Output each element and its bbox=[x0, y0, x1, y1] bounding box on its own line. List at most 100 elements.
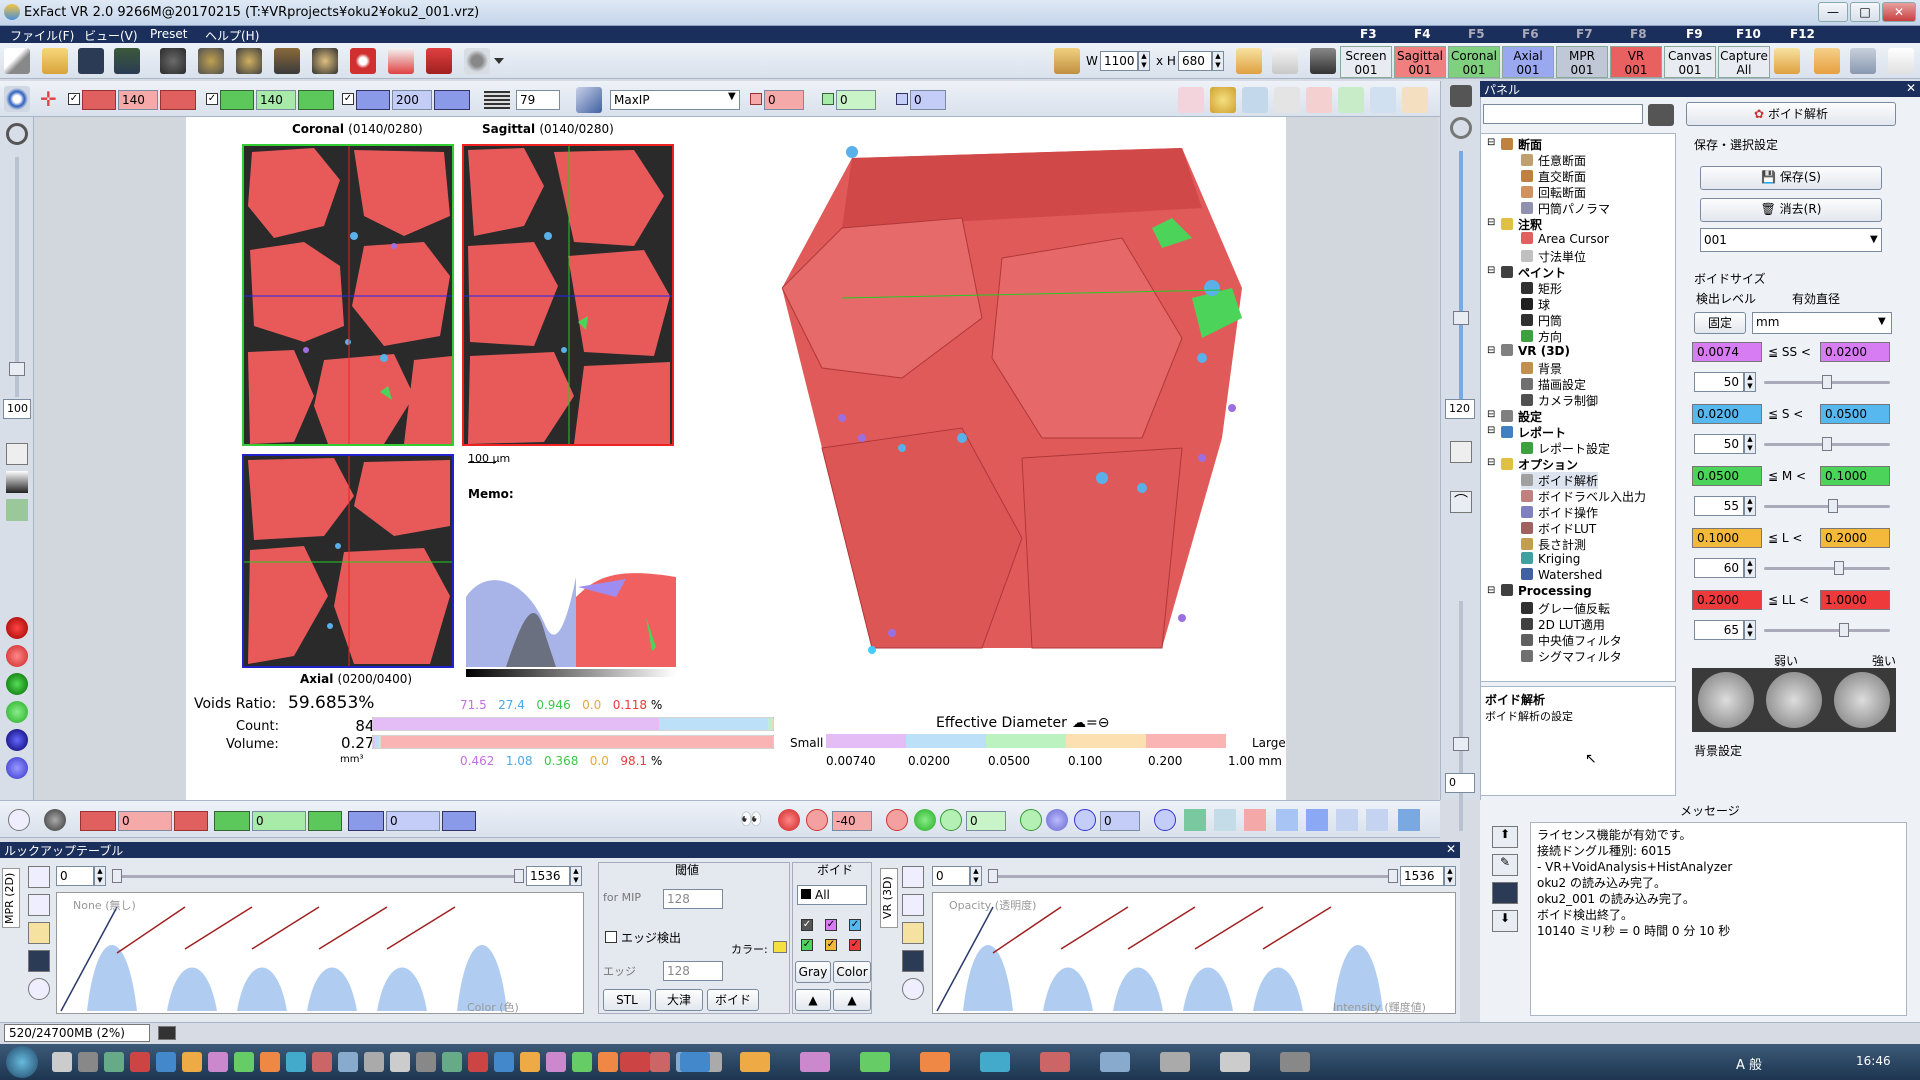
taskbar-app-icon[interactable] bbox=[338, 1052, 358, 1072]
width-spinner[interactable]: ▲ ▼ bbox=[1138, 51, 1150, 71]
tree-expand-icon[interactable]: ⊟ bbox=[1487, 409, 1495, 420]
refresh-icon[interactable] bbox=[1398, 809, 1420, 831]
lut-segment[interactable] bbox=[1194, 906, 1264, 950]
detect-level-spinner[interactable]: ▲ ▼ bbox=[1744, 434, 1756, 454]
tree-expand-icon[interactable]: ⊟ bbox=[1487, 265, 1495, 276]
clip-slider-knob[interactable] bbox=[1453, 737, 1469, 751]
detect-level-track[interactable] bbox=[1764, 505, 1890, 508]
tree-item[interactable]: ペイント bbox=[1501, 264, 1566, 281]
red-slice-stepper-right[interactable] bbox=[160, 90, 196, 110]
tree-item[interactable]: 矩形 bbox=[1521, 280, 1562, 297]
link-icon[interactable] bbox=[44, 809, 66, 831]
blue-offset-input[interactable]: 0 bbox=[910, 90, 946, 110]
rotate-icon[interactable]: ⌒ bbox=[1450, 491, 1472, 513]
blue-angle-input[interactable]: 0 bbox=[1100, 811, 1140, 831]
tree-expand-icon[interactable]: ⊟ bbox=[1487, 425, 1495, 436]
upload-icon[interactable] bbox=[28, 894, 50, 916]
vr-max-spinner[interactable]: ▲ ▼ bbox=[1444, 866, 1456, 886]
taskbar-app-icon[interactable] bbox=[182, 1052, 202, 1072]
histogram-icon[interactable] bbox=[1850, 48, 1876, 74]
gear-icon[interactable] bbox=[464, 48, 490, 74]
tree-item[interactable]: Kriging bbox=[1521, 552, 1580, 566]
tree-item[interactable]: ボイド操作 bbox=[1521, 504, 1598, 521]
grid-icon[interactable] bbox=[1274, 87, 1300, 113]
gradient-icon[interactable] bbox=[6, 471, 28, 493]
tree-item[interactable]: 寸法単位 bbox=[1521, 248, 1586, 265]
taskbar-app-icon[interactable] bbox=[130, 1052, 150, 1072]
vr-max-input[interactable]: 1536 bbox=[1400, 866, 1444, 886]
lut-segment[interactable] bbox=[992, 906, 1062, 954]
clip-slider-track[interactable] bbox=[1459, 601, 1463, 831]
clipboard-icon[interactable] bbox=[1814, 48, 1840, 74]
void-analysis-tab[interactable]: ✿ ボイド解析 bbox=[1686, 102, 1896, 126]
height-spinner[interactable]: ▲ ▼ bbox=[1212, 51, 1224, 71]
lut-segment[interactable] bbox=[251, 906, 320, 950]
cursor-cross-icon[interactable]: ✛ bbox=[40, 89, 60, 109]
tree-expand-icon[interactable]: ⊟ bbox=[1487, 585, 1495, 596]
mpr-range-track[interactable] bbox=[112, 875, 522, 878]
stl-button[interactable]: STL bbox=[603, 989, 651, 1011]
void-black-checkbox[interactable]: ✓ bbox=[801, 919, 813, 931]
mpr-capture-button[interactable]: MPR 001 bbox=[1556, 46, 1608, 78]
lut-segment[interactable] bbox=[184, 906, 253, 950]
taskbar-window-icon[interactable] bbox=[800, 1052, 830, 1072]
figure-icon[interactable] bbox=[1402, 87, 1428, 113]
green-axis-icon[interactable] bbox=[914, 809, 936, 831]
blue-rotate-right-icon[interactable] bbox=[1154, 809, 1176, 831]
lut-segment[interactable] bbox=[1060, 906, 1129, 950]
detect-level-input[interactable]: 60 bbox=[1694, 558, 1744, 578]
blue-plane-alt-icon[interactable] bbox=[6, 757, 28, 779]
fit-icon[interactable] bbox=[6, 443, 28, 465]
red-slice-checkbox[interactable]: ✓ bbox=[68, 93, 80, 105]
brush-icon[interactable]: ✎ bbox=[1492, 854, 1518, 876]
blue-rotate-stepper-right[interactable] bbox=[442, 811, 476, 831]
export-icon[interactable] bbox=[236, 48, 262, 74]
detect-level-spinner[interactable]: ▲ ▼ bbox=[1744, 372, 1756, 392]
mpr-max-spinner[interactable]: ▲ ▼ bbox=[570, 866, 582, 886]
tree-item[interactable]: レポート設定 bbox=[1521, 440, 1610, 457]
red-offset-input[interactable]: 0 bbox=[764, 90, 804, 110]
size-lower-input[interactable]: 0.0200 bbox=[1692, 404, 1762, 424]
strength-preview-mid[interactable] bbox=[1766, 672, 1822, 728]
detect-level-knob[interactable] bbox=[1822, 437, 1832, 451]
strength-preview-weak[interactable] bbox=[1698, 672, 1754, 728]
delete-button[interactable]: 🗑 消去(R) bbox=[1700, 198, 1882, 222]
box-icon[interactable] bbox=[1338, 87, 1364, 113]
view-top-icon[interactable] bbox=[1306, 809, 1328, 831]
void-s-checkbox[interactable]: ✓ bbox=[849, 919, 861, 931]
folder-icon[interactable] bbox=[902, 922, 924, 944]
size-upper-input[interactable]: 1.0000 bbox=[1820, 590, 1890, 610]
red-rotate-stepper-right[interactable] bbox=[174, 811, 208, 831]
mpr-max-input[interactable]: 1536 bbox=[526, 866, 570, 886]
eye-icon[interactable]: 👀 bbox=[740, 809, 768, 831]
vr-zoom-input[interactable]: 120 bbox=[1445, 399, 1475, 419]
taskbar-window-icon[interactable] bbox=[680, 1052, 710, 1072]
brand-icon[interactable] bbox=[388, 48, 414, 74]
taskbar-app-icon[interactable] bbox=[520, 1052, 540, 1072]
sagittal-capture-button[interactable]: Sagittal 001 bbox=[1394, 46, 1446, 78]
red-axis-icon[interactable] bbox=[778, 809, 800, 831]
zoom-slider-track[interactable] bbox=[15, 157, 19, 397]
axial-view[interactable] bbox=[242, 454, 454, 668]
size-upper-input[interactable]: 0.0500 bbox=[1820, 404, 1890, 424]
mip-threshold-input[interactable]: 128 bbox=[663, 889, 723, 909]
blue-slice-input[interactable]: 200 bbox=[392, 90, 432, 110]
coronal-view[interactable] bbox=[242, 144, 454, 446]
taskbar-app-icon[interactable] bbox=[364, 1052, 384, 1072]
save-icon[interactable] bbox=[28, 950, 50, 972]
tree-item[interactable]: Watershed bbox=[1521, 568, 1602, 582]
tree-item[interactable]: ボイド解析 bbox=[1521, 472, 1599, 489]
height-input[interactable]: 680 bbox=[1178, 51, 1212, 71]
taskbar-app-icon[interactable] bbox=[390, 1052, 410, 1072]
arrow-down-icon[interactable]: ⬇ bbox=[1492, 910, 1518, 932]
tree-item[interactable]: Processing bbox=[1501, 584, 1592, 598]
unit-select[interactable]: mm bbox=[1752, 312, 1892, 334]
green-rotate-input[interactable]: 0 bbox=[252, 811, 306, 831]
projection-select[interactable]: MaxIP bbox=[610, 90, 740, 110]
mpr-range-min-knob[interactable] bbox=[112, 869, 122, 883]
green-slice-stepper[interactable] bbox=[220, 90, 254, 110]
taskbar-app-icon[interactable] bbox=[598, 1052, 618, 1072]
tree-expand-icon[interactable]: ⊟ bbox=[1487, 137, 1495, 148]
lut-segment[interactable] bbox=[386, 906, 456, 950]
taskbar-window-icon[interactable] bbox=[1040, 1052, 1070, 1072]
